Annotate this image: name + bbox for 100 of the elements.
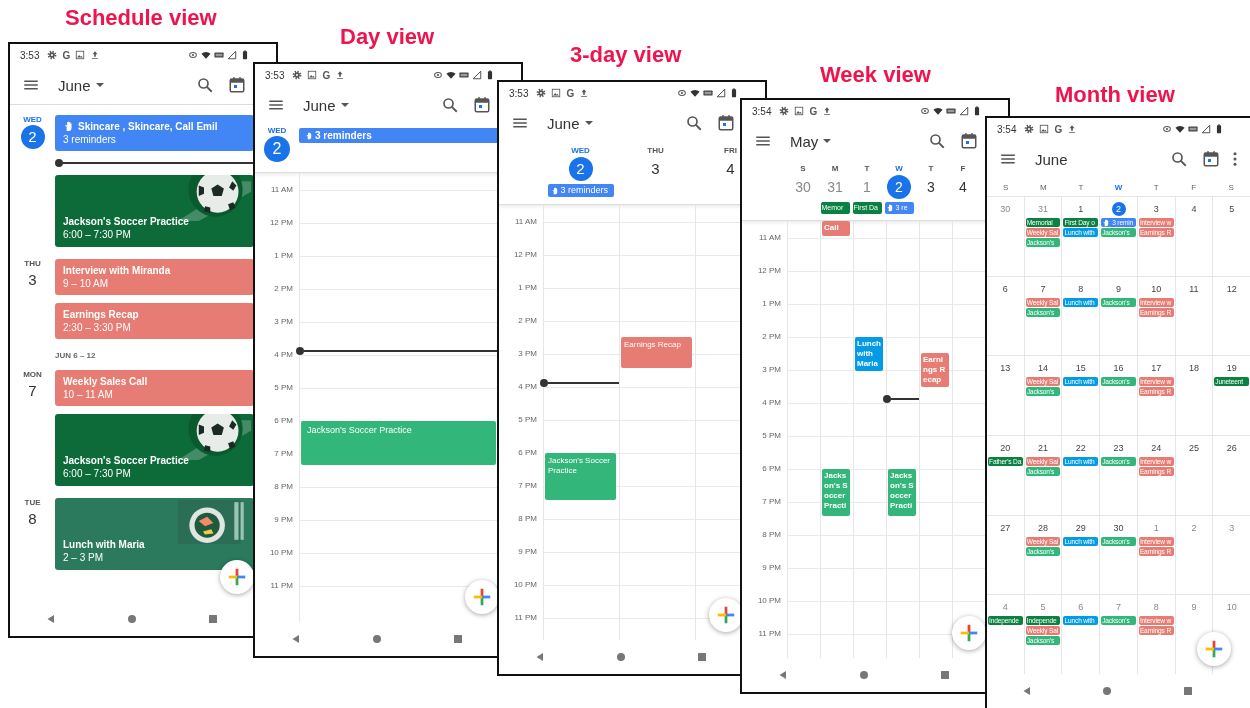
date-number[interactable]: 7 <box>20 380 45 404</box>
date-number[interactable]: 5 <box>1036 600 1051 615</box>
event-card[interactable]: Weekly Sales Call 10 – 11 AM <box>55 370 254 406</box>
date-number[interactable]: 9 <box>1186 600 1201 615</box>
date-number[interactable]: 3 <box>1149 202 1164 216</box>
recents-icon[interactable] <box>696 651 709 663</box>
event-block[interactable]: Jackson's Soccer Practice <box>545 452 616 500</box>
date-number[interactable]: 29 <box>1073 520 1088 535</box>
home-icon[interactable] <box>371 633 383 645</box>
month-title-button[interactable]: June <box>547 114 593 132</box>
date-number[interactable]: 12 <box>1224 281 1239 296</box>
date-number[interactable]: 7 <box>1111 600 1126 615</box>
event-block[interactable]: Call <box>822 221 850 236</box>
date-number[interactable]: 28 <box>1036 520 1051 535</box>
calendar-today-icon[interactable] <box>1202 150 1220 168</box>
date-number[interactable]: 27 <box>998 520 1013 535</box>
date-number[interactable]: 31 <box>1036 202 1051 216</box>
event-block[interactable]: Jackson's Soccer Practi <box>822 468 850 516</box>
event-block[interactable]: Earnings Recap <box>921 353 949 387</box>
date-number[interactable]: 30 <box>791 175 815 199</box>
date-number[interactable]: 1 <box>1073 202 1088 216</box>
date-number[interactable]: 31 <box>823 175 847 199</box>
add-button[interactable] <box>465 580 499 614</box>
home-icon[interactable] <box>126 613 138 625</box>
search-icon[interactable] <box>928 132 946 150</box>
recents-icon[interactable] <box>939 669 952 681</box>
date-number[interactable]: 11 <box>1186 281 1201 296</box>
event-block[interactable]: Jackson's Soccer Practi <box>888 468 916 516</box>
date-number[interactable]: 4 <box>1186 202 1201 216</box>
calendar-today-icon[interactable] <box>960 132 978 150</box>
date-number[interactable]: 14 <box>1036 361 1051 376</box>
date-number[interactable]: 24 <box>1149 441 1164 455</box>
event-card[interactable]: Lunch with Maria 2 – 3 PM <box>55 498 254 570</box>
home-icon[interactable] <box>615 651 627 663</box>
date-number[interactable]: 22 <box>1073 441 1088 455</box>
date-number[interactable]: 8 <box>1149 600 1164 615</box>
date-number[interactable]: 1 <box>1149 520 1164 535</box>
month-title-button[interactable]: June <box>58 76 104 94</box>
date-number[interactable]: 10 <box>1224 600 1239 615</box>
month-title-button[interactable]: June <box>303 96 349 114</box>
date-number[interactable]: 8 <box>20 508 45 532</box>
event-block[interactable]: Lunch with Maria <box>855 336 883 371</box>
date-number[interactable]: 17 <box>1149 361 1164 376</box>
date-number[interactable]: 2 <box>1186 520 1201 535</box>
month-title-button[interactable]: June <box>1035 150 1068 168</box>
date-number[interactable]: 2 <box>264 136 290 162</box>
search-icon[interactable] <box>1170 150 1188 168</box>
date-number[interactable]: 4 <box>718 157 743 181</box>
recents-icon[interactable] <box>207 613 220 625</box>
date-number[interactable]: 13 <box>998 361 1013 376</box>
recents-icon[interactable] <box>1181 685 1194 697</box>
date-number[interactable]: 20 <box>998 441 1013 455</box>
date-number[interactable]: 23 <box>1111 441 1126 455</box>
reminder-chip[interactable]: 3 reminders <box>299 128 499 143</box>
add-button[interactable] <box>952 616 986 650</box>
date-number[interactable]: 25 <box>1186 441 1201 455</box>
date-number[interactable]: 30 <box>998 202 1013 216</box>
event-block[interactable]: Earnings Recap <box>621 337 692 368</box>
event-card[interactable]: Jackson's Soccer Practice 6:00 – 7:30 PM <box>55 175 254 247</box>
date-number[interactable]: 2 <box>20 125 45 149</box>
date-number[interactable]: 3 <box>20 269 45 293</box>
search-icon[interactable] <box>441 96 459 114</box>
date-number[interactable]: 18 <box>1186 361 1201 376</box>
search-icon[interactable] <box>196 76 214 94</box>
date-number[interactable]: 15 <box>1073 361 1088 376</box>
date-number[interactable]: 3 <box>643 157 668 181</box>
date-number[interactable]: 16 <box>1111 361 1126 376</box>
date-number[interactable]: 2 <box>887 175 911 199</box>
home-icon[interactable] <box>858 669 870 681</box>
home-icon[interactable] <box>1101 685 1114 697</box>
reminder-chip[interactable]: 3 reminders <box>547 184 614 197</box>
date-number[interactable]: 2 <box>1111 202 1126 216</box>
date-number[interactable]: 3 <box>919 175 943 199</box>
date-number[interactable]: 8 <box>1073 281 1088 296</box>
add-button[interactable] <box>709 598 743 632</box>
date-number[interactable]: 7 <box>1036 281 1051 296</box>
date-number[interactable]: 2 <box>568 157 593 181</box>
date-number[interactable]: 21 <box>1036 441 1051 455</box>
reminder-card[interactable]: Skincare , Skincare, Call Emil 3 reminders <box>55 115 254 151</box>
date-number[interactable]: 9 <box>1111 281 1126 296</box>
search-icon[interactable] <box>685 114 703 132</box>
recents-icon[interactable] <box>452 633 465 645</box>
calendar-today-icon[interactable] <box>228 76 246 94</box>
date-number[interactable]: 1 <box>855 175 879 199</box>
event-card[interactable]: Jackson's Soccer Practice 6:00 – 7:30 PM <box>55 414 254 486</box>
date-number[interactable]: 4 <box>951 175 975 199</box>
date-number[interactable]: 19 <box>1224 361 1239 376</box>
date-number[interactable]: 5 <box>1224 202 1239 216</box>
date-number[interactable]: 26 <box>1224 441 1239 455</box>
month-title-button[interactable]: May <box>790 132 832 150</box>
date-number[interactable]: 6 <box>1073 600 1088 615</box>
calendar-today-icon[interactable] <box>717 114 735 132</box>
date-number[interactable]: 4 <box>998 600 1013 615</box>
date-number[interactable]: 6 <box>998 281 1013 296</box>
event-card[interactable]: Earnings Recap 2:30 – 3:30 PM <box>55 303 254 339</box>
date-number[interactable]: 30 <box>1111 520 1126 535</box>
event-block[interactable]: Jackson's Soccer Practice <box>301 420 496 466</box>
event-card[interactable]: Interview with Miranda 9 – 10 AM <box>55 259 254 295</box>
date-number[interactable]: 3 <box>1224 520 1239 535</box>
add-button[interactable] <box>220 560 254 594</box>
